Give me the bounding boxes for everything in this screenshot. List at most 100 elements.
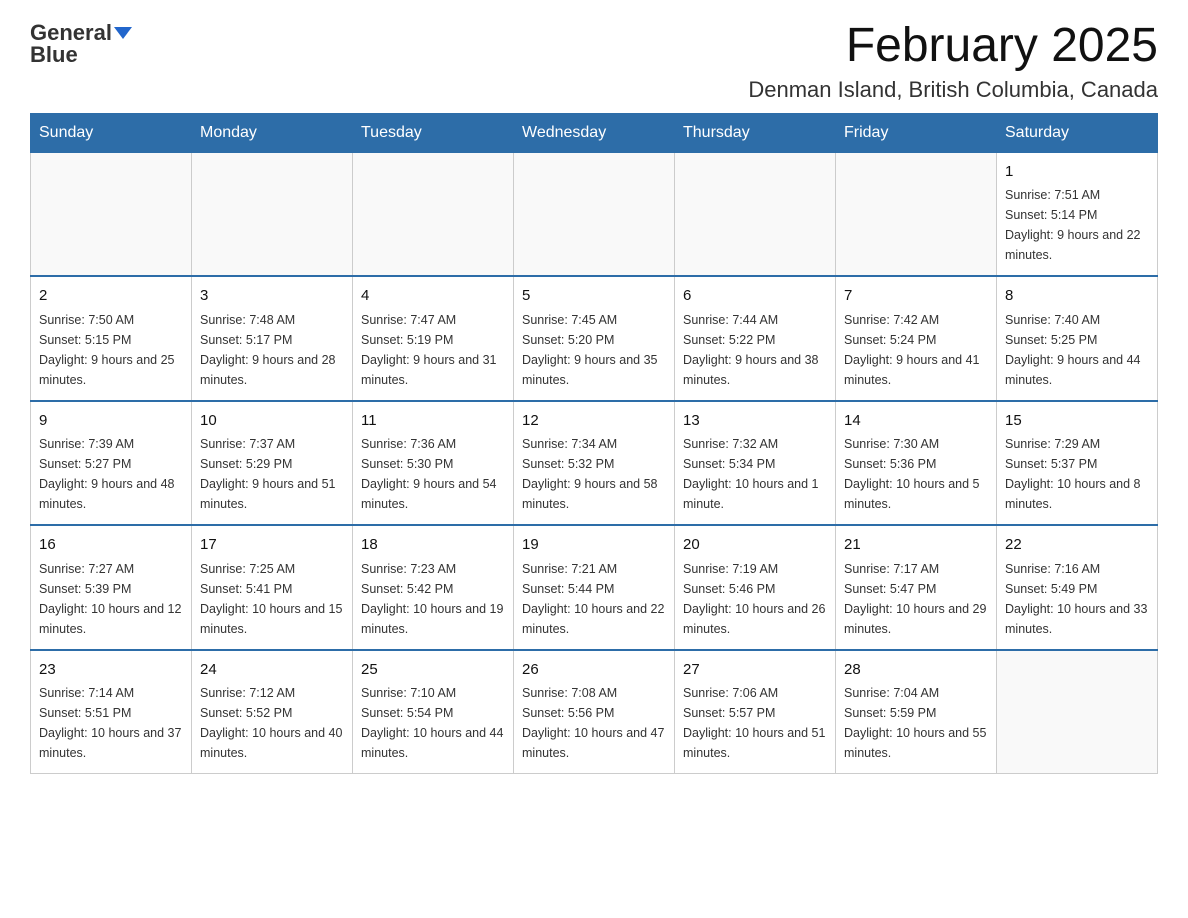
- day-info: Sunrise: 7:06 AMSunset: 5:57 PMDaylight:…: [683, 683, 827, 763]
- day-number: 9: [39, 410, 183, 433]
- weekday-header-tuesday: Tuesday: [353, 113, 514, 152]
- day-number: 25: [361, 659, 505, 682]
- weekday-header-saturday: Saturday: [997, 113, 1158, 152]
- day-number: 7: [844, 285, 988, 308]
- calendar-header-row: SundayMondayTuesdayWednesdayThursdayFrid…: [31, 113, 1158, 152]
- day-number: 13: [683, 410, 827, 433]
- calendar-cell: 19Sunrise: 7:21 AMSunset: 5:44 PMDayligh…: [514, 525, 675, 650]
- day-info: Sunrise: 7:30 AMSunset: 5:36 PMDaylight:…: [844, 434, 988, 514]
- day-number: 19: [522, 534, 666, 557]
- day-info: Sunrise: 7:27 AMSunset: 5:39 PMDaylight:…: [39, 559, 183, 639]
- day-info: Sunrise: 7:48 AMSunset: 5:17 PMDaylight:…: [200, 310, 344, 390]
- calendar-cell: [514, 152, 675, 276]
- calendar-cell: 25Sunrise: 7:10 AMSunset: 5:54 PMDayligh…: [353, 650, 514, 774]
- day-number: 20: [683, 534, 827, 557]
- weekday-header-monday: Monday: [192, 113, 353, 152]
- calendar-cell: 23Sunrise: 7:14 AMSunset: 5:51 PMDayligh…: [31, 650, 192, 774]
- day-info: Sunrise: 7:17 AMSunset: 5:47 PMDaylight:…: [844, 559, 988, 639]
- day-number: 18: [361, 534, 505, 557]
- calendar-cell: 22Sunrise: 7:16 AMSunset: 5:49 PMDayligh…: [997, 525, 1158, 650]
- weekday-header-friday: Friday: [836, 113, 997, 152]
- day-info: Sunrise: 7:44 AMSunset: 5:22 PMDaylight:…: [683, 310, 827, 390]
- day-info: Sunrise: 7:10 AMSunset: 5:54 PMDaylight:…: [361, 683, 505, 763]
- calendar-cell: [192, 152, 353, 276]
- calendar-cell: 15Sunrise: 7:29 AMSunset: 5:37 PMDayligh…: [997, 401, 1158, 526]
- day-info: Sunrise: 7:23 AMSunset: 5:42 PMDaylight:…: [361, 559, 505, 639]
- calendar-cell: 6Sunrise: 7:44 AMSunset: 5:22 PMDaylight…: [675, 276, 836, 401]
- day-info: Sunrise: 7:25 AMSunset: 5:41 PMDaylight:…: [200, 559, 344, 639]
- day-number: 28: [844, 659, 988, 682]
- day-info: Sunrise: 7:36 AMSunset: 5:30 PMDaylight:…: [361, 434, 505, 514]
- day-number: 24: [200, 659, 344, 682]
- day-info: Sunrise: 7:12 AMSunset: 5:52 PMDaylight:…: [200, 683, 344, 763]
- day-number: 8: [1005, 285, 1149, 308]
- day-info: Sunrise: 7:14 AMSunset: 5:51 PMDaylight:…: [39, 683, 183, 763]
- calendar-cell: 14Sunrise: 7:30 AMSunset: 5:36 PMDayligh…: [836, 401, 997, 526]
- day-info: Sunrise: 7:40 AMSunset: 5:25 PMDaylight:…: [1005, 310, 1149, 390]
- day-number: 2: [39, 285, 183, 308]
- calendar-cell: 10Sunrise: 7:37 AMSunset: 5:29 PMDayligh…: [192, 401, 353, 526]
- calendar-cell: 24Sunrise: 7:12 AMSunset: 5:52 PMDayligh…: [192, 650, 353, 774]
- weekday-header-sunday: Sunday: [31, 113, 192, 152]
- calendar-cell: [836, 152, 997, 276]
- calendar-week-2: 2Sunrise: 7:50 AMSunset: 5:15 PMDaylight…: [31, 276, 1158, 401]
- calendar-cell: 8Sunrise: 7:40 AMSunset: 5:25 PMDaylight…: [997, 276, 1158, 401]
- day-number: 1: [1005, 161, 1149, 184]
- logo: General Blue: [30, 20, 132, 68]
- month-title: February 2025: [748, 20, 1158, 73]
- day-number: 27: [683, 659, 827, 682]
- day-info: Sunrise: 7:37 AMSunset: 5:29 PMDaylight:…: [200, 434, 344, 514]
- day-info: Sunrise: 7:16 AMSunset: 5:49 PMDaylight:…: [1005, 559, 1149, 639]
- logo-blue-text: Blue: [30, 42, 78, 68]
- day-info: Sunrise: 7:51 AMSunset: 5:14 PMDaylight:…: [1005, 185, 1149, 265]
- day-info: Sunrise: 7:19 AMSunset: 5:46 PMDaylight:…: [683, 559, 827, 639]
- day-number: 3: [200, 285, 344, 308]
- day-number: 23: [39, 659, 183, 682]
- day-info: Sunrise: 7:42 AMSunset: 5:24 PMDaylight:…: [844, 310, 988, 390]
- calendar-week-1: 1Sunrise: 7:51 AMSunset: 5:14 PMDaylight…: [31, 152, 1158, 276]
- calendar-cell: 20Sunrise: 7:19 AMSunset: 5:46 PMDayligh…: [675, 525, 836, 650]
- day-number: 21: [844, 534, 988, 557]
- day-info: Sunrise: 7:45 AMSunset: 5:20 PMDaylight:…: [522, 310, 666, 390]
- calendar-cell: [675, 152, 836, 276]
- day-number: 14: [844, 410, 988, 433]
- day-info: Sunrise: 7:04 AMSunset: 5:59 PMDaylight:…: [844, 683, 988, 763]
- calendar-cell: 7Sunrise: 7:42 AMSunset: 5:24 PMDaylight…: [836, 276, 997, 401]
- calendar-week-3: 9Sunrise: 7:39 AMSunset: 5:27 PMDaylight…: [31, 401, 1158, 526]
- day-info: Sunrise: 7:21 AMSunset: 5:44 PMDaylight:…: [522, 559, 666, 639]
- day-info: Sunrise: 7:50 AMSunset: 5:15 PMDaylight:…: [39, 310, 183, 390]
- day-info: Sunrise: 7:32 AMSunset: 5:34 PMDaylight:…: [683, 434, 827, 514]
- day-number: 15: [1005, 410, 1149, 433]
- calendar-cell: 5Sunrise: 7:45 AMSunset: 5:20 PMDaylight…: [514, 276, 675, 401]
- calendar-cell: 11Sunrise: 7:36 AMSunset: 5:30 PMDayligh…: [353, 401, 514, 526]
- calendar-cell: 13Sunrise: 7:32 AMSunset: 5:34 PMDayligh…: [675, 401, 836, 526]
- calendar-cell: 26Sunrise: 7:08 AMSunset: 5:56 PMDayligh…: [514, 650, 675, 774]
- page-header: General Blue February 2025 Denman Island…: [30, 20, 1158, 103]
- day-info: Sunrise: 7:39 AMSunset: 5:27 PMDaylight:…: [39, 434, 183, 514]
- day-number: 5: [522, 285, 666, 308]
- day-number: 12: [522, 410, 666, 433]
- day-info: Sunrise: 7:29 AMSunset: 5:37 PMDaylight:…: [1005, 434, 1149, 514]
- calendar-cell: 27Sunrise: 7:06 AMSunset: 5:57 PMDayligh…: [675, 650, 836, 774]
- location-title: Denman Island, British Columbia, Canada: [748, 77, 1158, 103]
- calendar-cell: 28Sunrise: 7:04 AMSunset: 5:59 PMDayligh…: [836, 650, 997, 774]
- day-number: 16: [39, 534, 183, 557]
- calendar-cell: 18Sunrise: 7:23 AMSunset: 5:42 PMDayligh…: [353, 525, 514, 650]
- calendar-table: SundayMondayTuesdayWednesdayThursdayFrid…: [30, 113, 1158, 775]
- day-number: 4: [361, 285, 505, 308]
- day-info: Sunrise: 7:08 AMSunset: 5:56 PMDaylight:…: [522, 683, 666, 763]
- calendar-cell: 4Sunrise: 7:47 AMSunset: 5:19 PMDaylight…: [353, 276, 514, 401]
- calendar-cell: 1Sunrise: 7:51 AMSunset: 5:14 PMDaylight…: [997, 152, 1158, 276]
- calendar-cell: 2Sunrise: 7:50 AMSunset: 5:15 PMDaylight…: [31, 276, 192, 401]
- calendar-cell: [997, 650, 1158, 774]
- day-number: 11: [361, 410, 505, 433]
- calendar-cell: [353, 152, 514, 276]
- calendar-cell: 9Sunrise: 7:39 AMSunset: 5:27 PMDaylight…: [31, 401, 192, 526]
- weekday-header-wednesday: Wednesday: [514, 113, 675, 152]
- day-number: 6: [683, 285, 827, 308]
- day-info: Sunrise: 7:47 AMSunset: 5:19 PMDaylight:…: [361, 310, 505, 390]
- weekday-header-thursday: Thursday: [675, 113, 836, 152]
- calendar-week-4: 16Sunrise: 7:27 AMSunset: 5:39 PMDayligh…: [31, 525, 1158, 650]
- day-number: 10: [200, 410, 344, 433]
- calendar-cell: [31, 152, 192, 276]
